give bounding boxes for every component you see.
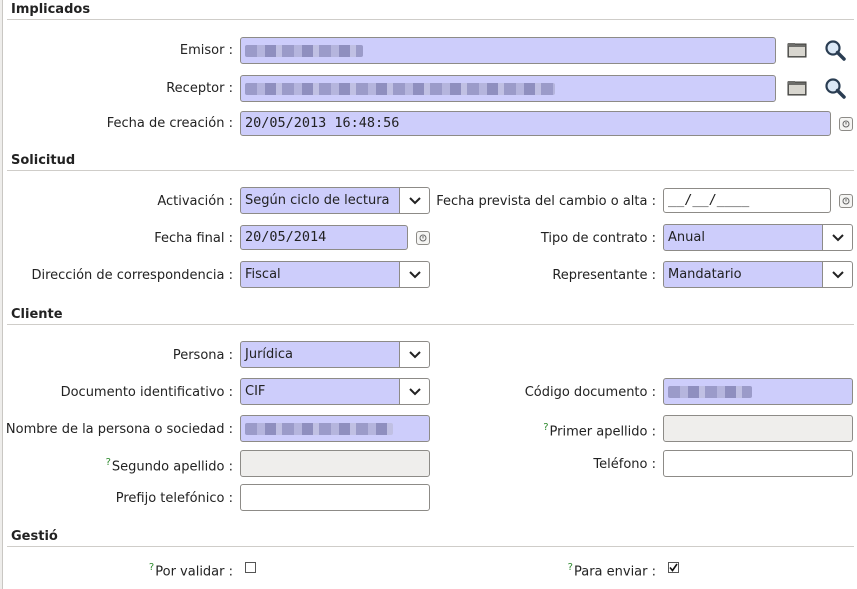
persona-label: Persona : — [172, 348, 233, 363]
chevron-down-icon — [408, 350, 421, 358]
fecha-creacion-field[interactable]: 20/05/2013 16:48:56 — [240, 111, 831, 136]
fecha-final-label: Fecha final : — [154, 231, 233, 246]
representante-dropdown-button[interactable] — [822, 262, 852, 287]
checkmark-icon — [669, 563, 678, 572]
para-enviar-checkbox[interactable] — [668, 562, 679, 573]
section-title-gestio: Gestió — [11, 529, 58, 544]
representante-value: Mandatario — [668, 267, 742, 282]
activacion-dropdown-button[interactable] — [399, 188, 429, 213]
receptor-search-button[interactable] — [823, 76, 847, 100]
fecha-final-field[interactable]: 20/05/2014 — [240, 225, 408, 250]
section-title-implicados: Implicados — [11, 2, 91, 17]
persona-dropdown-button[interactable] — [399, 342, 429, 367]
por-validar-label: ?Por validar : — [148, 562, 233, 580]
redacted-text — [245, 82, 555, 95]
representante-select[interactable]: Mandatario — [663, 261, 853, 288]
telefono-field[interactable] — [663, 450, 853, 477]
primer-apellido-field[interactable] — [663, 415, 853, 442]
direccion-dropdown-button[interactable] — [399, 262, 429, 287]
calendar-icon — [842, 197, 850, 205]
emisor-field[interactable] — [240, 37, 776, 64]
por-validar-checkbox[interactable] — [245, 562, 256, 573]
telefono-label: Teléfono : — [593, 457, 656, 472]
documento-dropdown-button[interactable] — [399, 379, 429, 404]
chevron-down-icon — [408, 387, 421, 395]
fecha-prevista-label: Fecha prevista del cambio o alta : — [436, 194, 656, 209]
prefijo-field[interactable] — [240, 484, 430, 511]
section-divider — [7, 19, 854, 20]
chevron-down-icon — [831, 233, 844, 241]
activacion-label: Activación : — [157, 194, 233, 209]
receptor-field[interactable] — [240, 75, 776, 102]
help-mark: ? — [543, 422, 549, 433]
nombre-label: Nombre de la persona o sociedad : — [5, 422, 233, 437]
calendar-icon — [419, 234, 427, 242]
fecha-creacion-calendar-button[interactable] — [839, 117, 853, 131]
section-divider — [7, 546, 854, 547]
activacion-select[interactable]: Según ciclo de lectura — [240, 187, 430, 214]
tipo-contrato-select[interactable]: Anual — [663, 224, 853, 251]
direccion-label: Dirección de correspondencia : — [31, 268, 233, 283]
prefijo-label: Prefijo telefónico : — [115, 491, 233, 506]
section-divider — [7, 324, 854, 325]
nombre-field[interactable] — [240, 415, 430, 442]
codigo-documento-label: Código documento : — [524, 385, 656, 400]
persona-select[interactable]: Jurídica — [240, 341, 430, 368]
folder-icon — [787, 43, 807, 58]
fecha-prevista-calendar-button[interactable] — [839, 194, 853, 208]
emisor-label: Emisor : — [179, 43, 233, 58]
calendar-icon — [842, 120, 850, 128]
help-mark: ? — [148, 562, 155, 573]
segundo-apellido-field[interactable] — [240, 450, 430, 477]
search-icon — [825, 78, 846, 99]
section-divider — [7, 170, 854, 171]
form-panel: Implicados Emisor : Receptor : Fecha de … — [2, 0, 857, 589]
section-title-cliente: Cliente — [11, 307, 63, 322]
codigo-documento-field[interactable] — [663, 378, 853, 405]
redacted-text — [245, 422, 393, 435]
fecha-prevista-field[interactable]: __/__/____ — [663, 188, 831, 213]
emisor-open-button[interactable] — [785, 38, 809, 62]
receptor-open-button[interactable] — [785, 76, 809, 100]
tipo-contrato-dropdown-button[interactable] — [822, 225, 852, 250]
fecha-creacion-label: Fecha de creación : — [106, 116, 233, 131]
para-enviar-label: ?Para enviar : — [567, 562, 656, 580]
primer-apellido-label: ?Primer apellido : — [543, 422, 656, 440]
help-mark: ? — [567, 562, 573, 573]
persona-value: Jurídica — [245, 347, 294, 362]
redacted-text — [245, 44, 363, 57]
segundo-apellido-label: ?Segundo apellido : — [105, 457, 233, 475]
search-icon — [825, 40, 846, 61]
documento-select[interactable]: CIF — [240, 378, 430, 405]
documento-label: Documento identificativo : — [60, 385, 233, 400]
direccion-value: Fiscal — [245, 267, 281, 282]
section-title-solicitud: Solicitud — [11, 153, 76, 168]
folder-icon — [787, 81, 807, 96]
activacion-value: Según ciclo de lectura — [245, 193, 390, 208]
chevron-down-icon — [408, 270, 421, 278]
representante-label: Representante : — [552, 268, 656, 283]
help-mark: ? — [105, 457, 111, 468]
fecha-final-calendar-button[interactable] — [416, 231, 430, 245]
receptor-label: Receptor : — [166, 81, 233, 96]
redacted-text — [668, 385, 752, 398]
tipo-contrato-value: Anual — [668, 230, 705, 245]
tipo-contrato-label: Tipo de contrato : — [540, 231, 656, 246]
chevron-down-icon — [408, 196, 421, 204]
documento-value: CIF — [245, 384, 266, 399]
emisor-search-button[interactable] — [823, 38, 847, 62]
direccion-select[interactable]: Fiscal — [240, 261, 430, 288]
chevron-down-icon — [831, 270, 844, 278]
